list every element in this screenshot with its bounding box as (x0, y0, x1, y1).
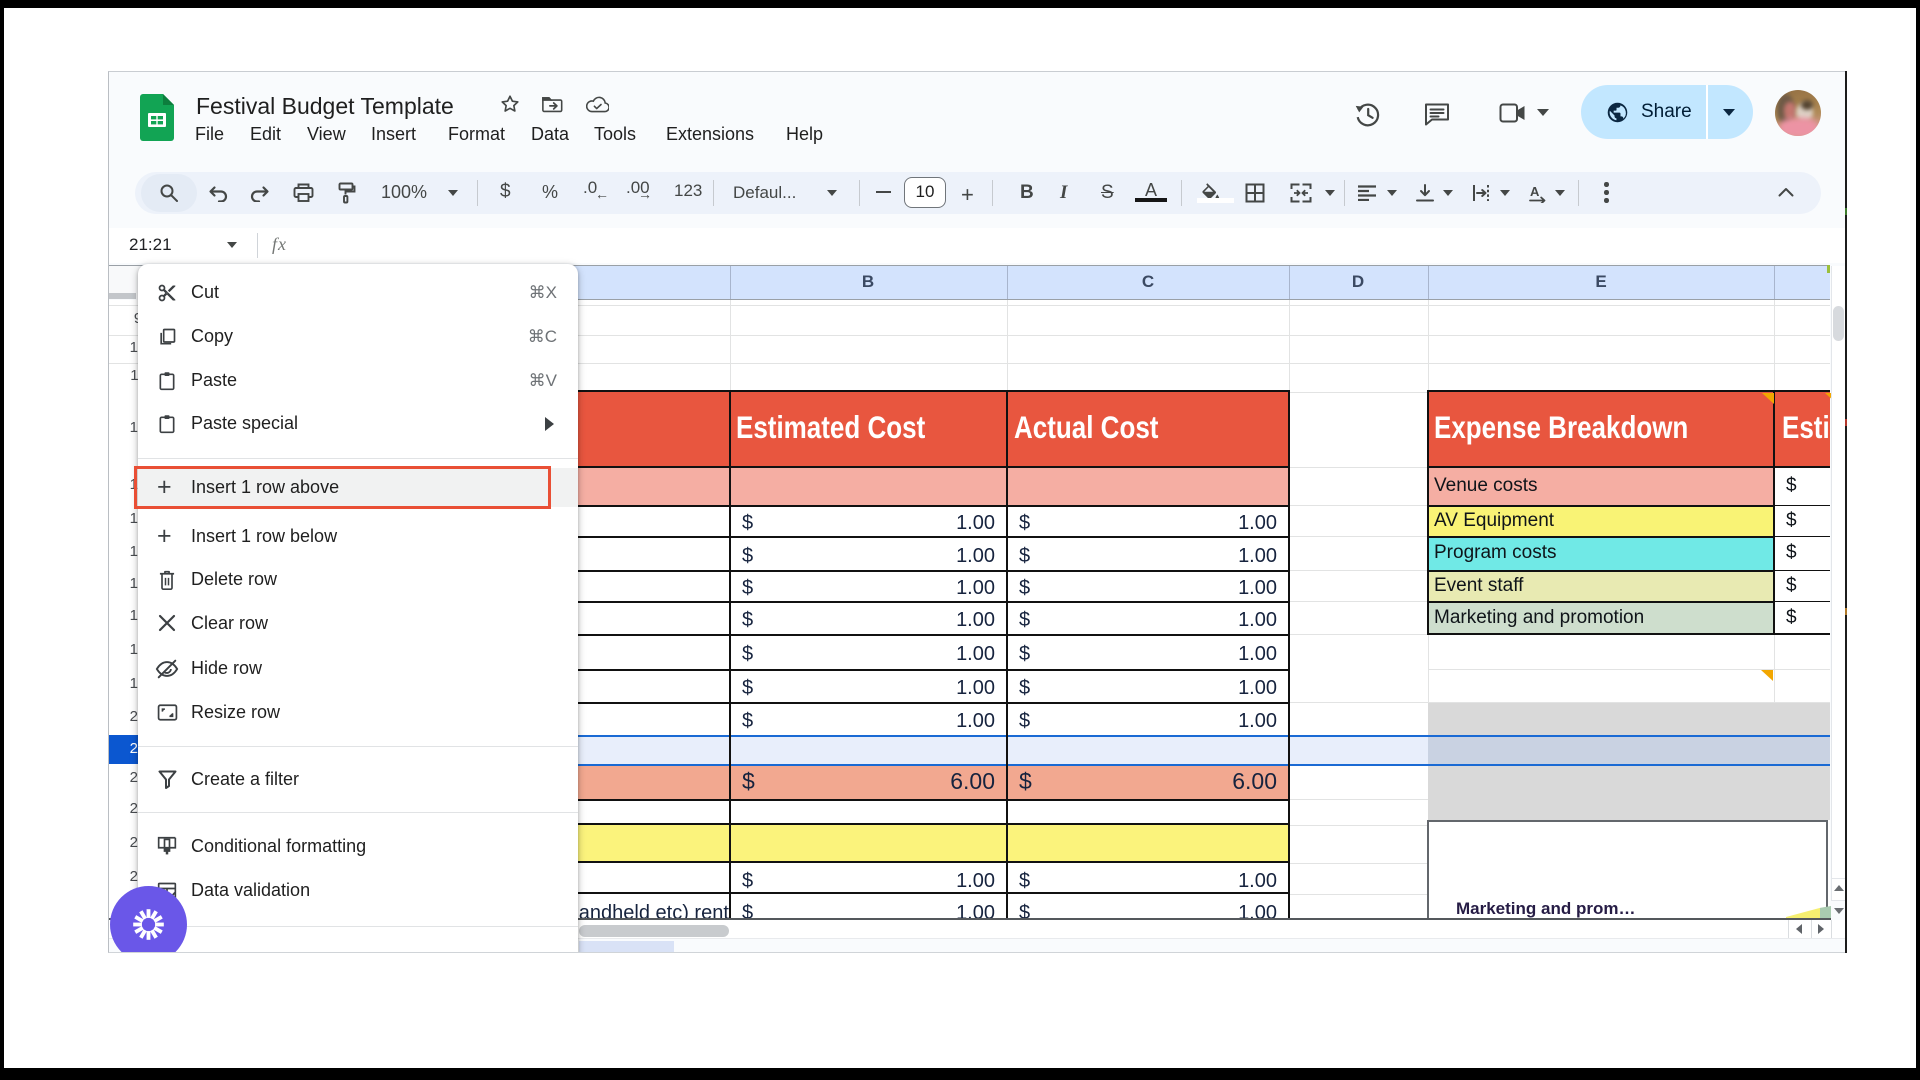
svg-text:A: A (1530, 184, 1540, 199)
